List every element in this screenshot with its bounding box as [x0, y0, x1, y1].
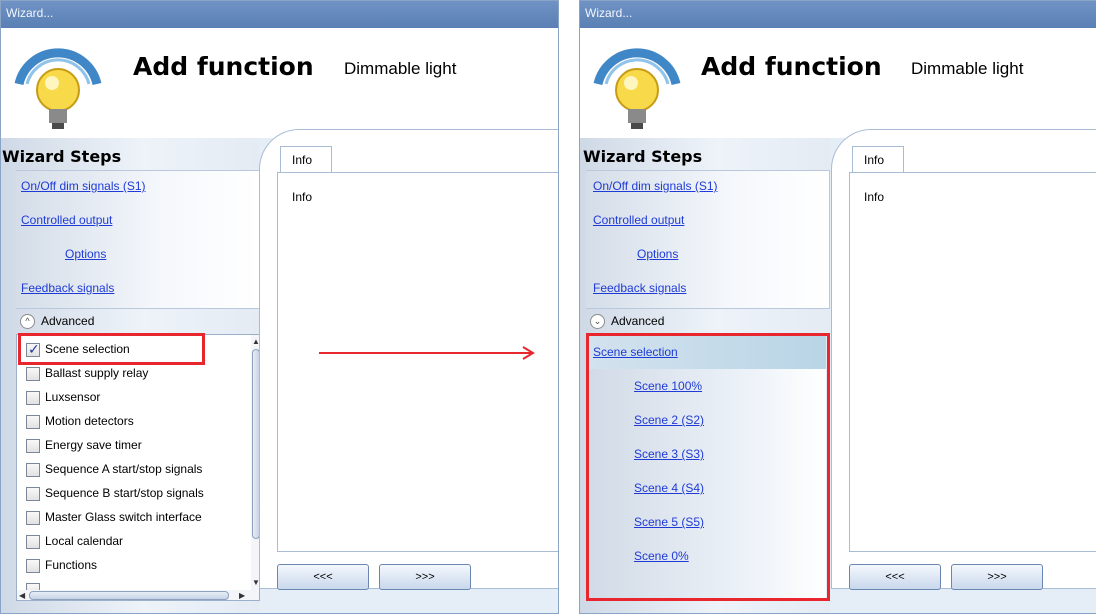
function-type-label: Dimmable light	[344, 59, 457, 78]
checkbox-luxsensor[interactable]	[26, 391, 40, 405]
list-item-label: Master Glass switch interface	[45, 510, 202, 524]
list-item-label: Luxsensor	[45, 390, 101, 404]
list-item-functions[interactable]: Functions	[17, 553, 245, 577]
window-title-bar: Wizard...	[1, 1, 558, 28]
page-title: Add function	[701, 52, 882, 81]
step-link-feedback-signals[interactable]: Feedback signals	[21, 281, 114, 295]
arrow-right-icon	[319, 346, 535, 360]
list-item-luxsensor[interactable]: Luxsensor	[17, 385, 245, 409]
list-item-local-calendar[interactable]: Local calendar	[17, 529, 245, 553]
wizard-window-after: Wizard... Add function Dimmable light Wi…	[579, 0, 1096, 614]
checkbox-master-glass-switch[interactable]	[26, 511, 40, 525]
advanced-toggle[interactable]: ⌄ Advanced	[586, 310, 830, 334]
info-text: Info	[864, 190, 885, 204]
page-title: Add function	[133, 52, 314, 81]
step-link-onoff-dim-signals[interactable]: On/Off dim signals (S1)	[593, 179, 718, 193]
step-link-onoff-dim-signals[interactable]: On/Off dim signals (S1)	[21, 179, 146, 193]
wizard-steps-title: Wizard Steps	[583, 147, 703, 166]
advanced-label: Advanced	[611, 314, 665, 328]
step-link-controlled-output[interactable]: Controlled output	[21, 213, 112, 227]
window-title: Wizard...	[585, 6, 633, 20]
list-item-master-glass-switch[interactable]: Master Glass switch interface	[17, 505, 245, 529]
advanced-label: Advanced	[41, 314, 95, 328]
next-button[interactable]: >>>	[951, 564, 1043, 590]
list-item-label: Ballast supply relay	[45, 366, 149, 380]
light-bulb-icon	[593, 48, 681, 129]
checkbox-functions[interactable]	[26, 559, 40, 573]
prev-button[interactable]: <<<	[277, 564, 369, 590]
prev-button[interactable]: <<<	[849, 564, 941, 590]
tab-info[interactable]: Info	[852, 146, 904, 172]
list-item-sequence-b[interactable]: Sequence B start/stop signals	[17, 481, 245, 505]
list-item-label: Sequence A start/stop signals	[45, 462, 203, 476]
list-item-motion-detectors[interactable]: Motion detectors	[17, 409, 245, 433]
checkbox-sequence-a[interactable]	[26, 463, 40, 477]
list-item-label: Sequence B start/stop signals	[45, 486, 204, 500]
chevron-down-icon: ⌄	[590, 314, 605, 329]
list-item-label: Functions	[45, 558, 98, 572]
tab-info[interactable]: Info	[280, 146, 332, 172]
step-link-options[interactable]: Options	[65, 247, 106, 261]
step-link-options[interactable]: Options	[637, 247, 678, 261]
info-panel: Info Info <<< >>>	[831, 129, 1096, 590]
info-text: Info	[292, 190, 313, 204]
checkbox-energy-save-timer[interactable]	[26, 439, 40, 453]
window-title: Wizard...	[6, 6, 54, 20]
list-item-sequence-a[interactable]: Sequence A start/stop signals	[17, 457, 245, 481]
horizontal-scrollbar[interactable]: ◀ ▶	[17, 590, 259, 600]
light-bulb-icon	[14, 48, 102, 129]
wizard-header: Add function Dimmable light	[580, 28, 1096, 138]
chevron-up-icon: ^	[20, 314, 35, 329]
checkbox-ballast-supply-relay[interactable]	[26, 367, 40, 381]
checkbox-motion-detectors[interactable]	[26, 415, 40, 429]
list-item-label: Local calendar	[45, 534, 124, 548]
window-title-bar: Wizard...	[580, 1, 1096, 28]
highlight-box-checked-scene	[18, 333, 205, 365]
info-content: Info	[849, 173, 1096, 552]
next-button[interactable]: >>>	[379, 564, 471, 590]
advanced-options-list: Scene selection Ballast supply relay Lux…	[16, 334, 260, 601]
scroll-left-icon[interactable]: ◀	[19, 591, 25, 600]
list-item-label: Motion detectors	[45, 414, 134, 428]
scroll-right-icon[interactable]: ▶	[239, 591, 245, 600]
wizard-steps-title: Wizard Steps	[2, 147, 122, 166]
wizard-steps-list: On/Off dim signals (S1) Controlled outpu…	[16, 170, 260, 309]
checkbox-local-calendar[interactable]	[26, 535, 40, 549]
list-item-label: Energy save timer	[45, 438, 142, 452]
horizontal-scrollbar-thumb[interactable]	[29, 591, 229, 600]
list-item-energy-save-timer[interactable]: Energy save timer	[17, 433, 245, 457]
function-type-label: Dimmable light	[911, 59, 1024, 78]
advanced-toggle[interactable]: ^ Advanced	[16, 310, 260, 334]
highlight-box-scene-steps	[586, 333, 830, 601]
wizard-steps-list: On/Off dim signals (S1) Controlled outpu…	[586, 170, 830, 309]
step-link-controlled-output[interactable]: Controlled output	[593, 213, 684, 227]
wizard-header: Add function Dimmable light	[1, 28, 558, 138]
checkbox-sequence-b[interactable]	[26, 487, 40, 501]
wizard-window-before: Wizard... Add function Dimmable light Wi…	[0, 0, 559, 614]
step-link-feedback-signals[interactable]: Feedback signals	[593, 281, 686, 295]
